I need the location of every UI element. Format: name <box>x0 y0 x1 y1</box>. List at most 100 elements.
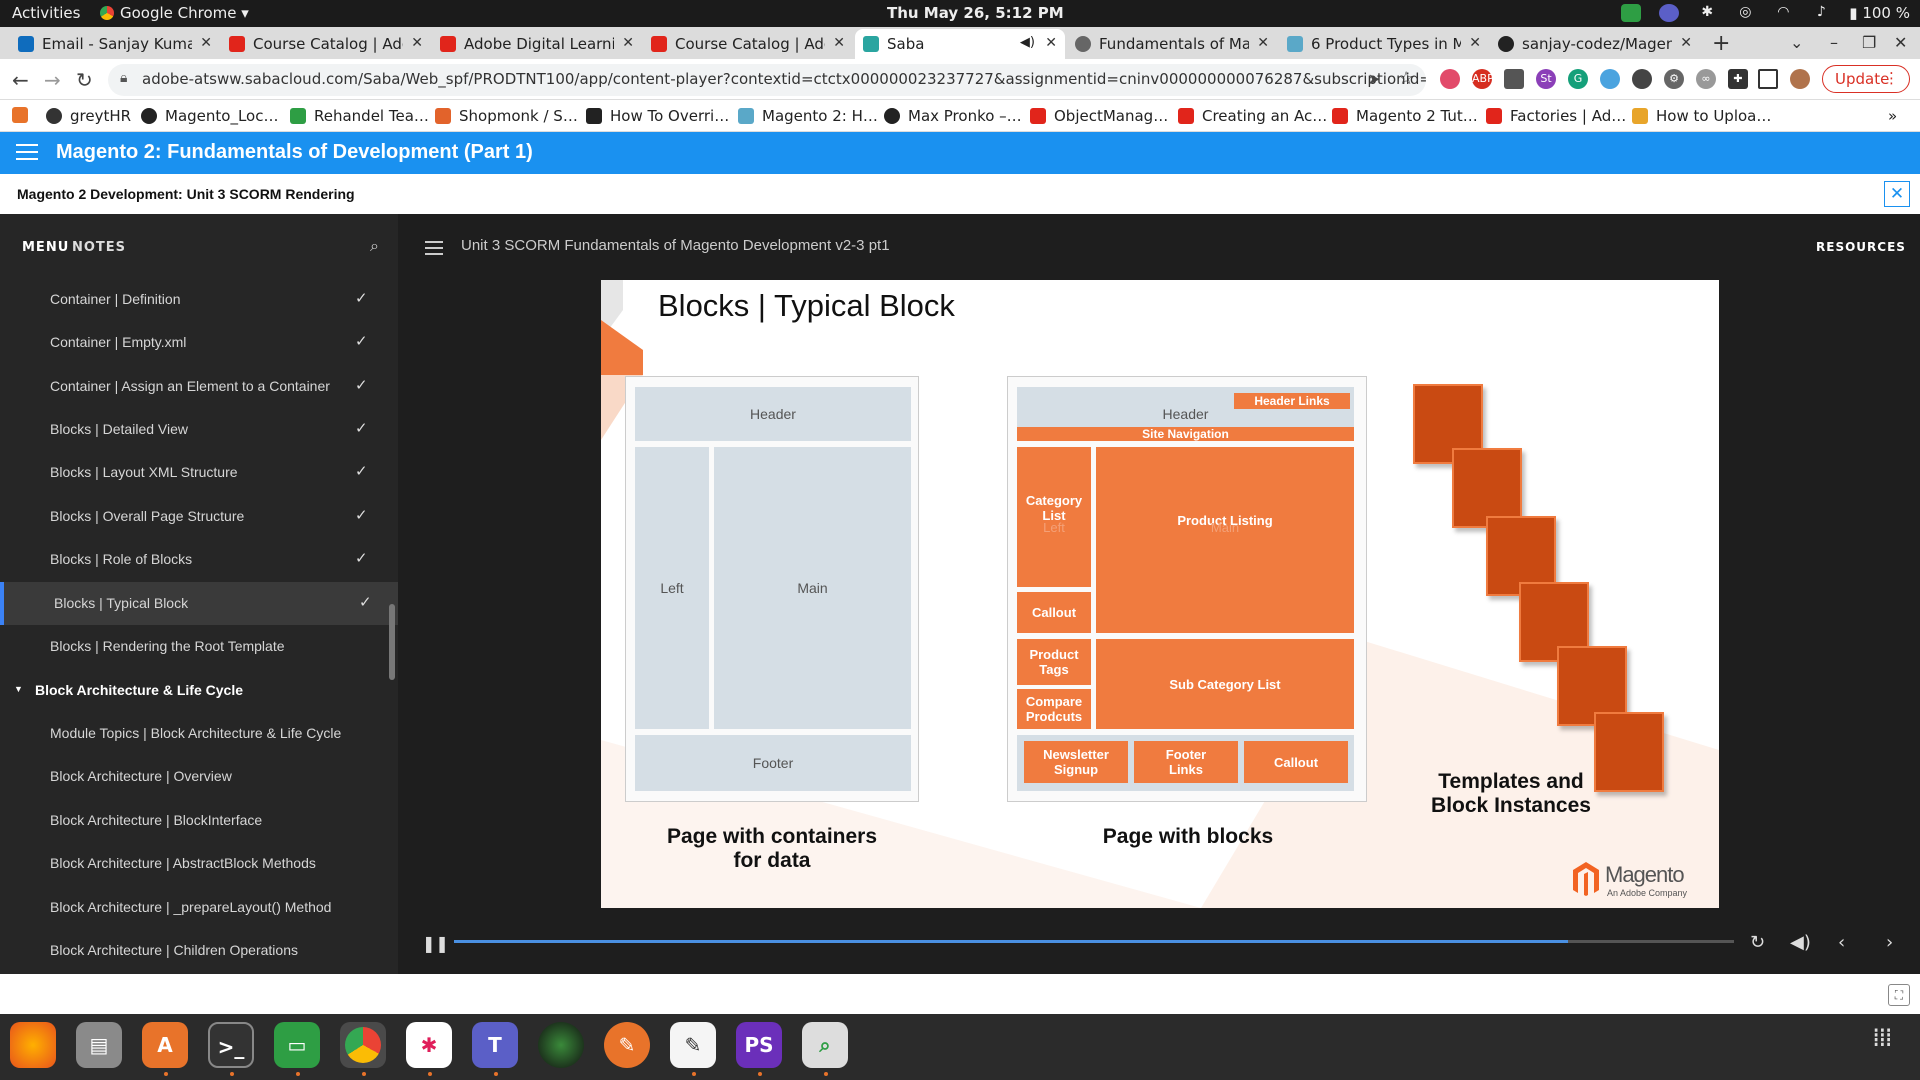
tab-course-catalog-2[interactable]: Course Catalog | Adob ✕ <box>643 29 853 59</box>
bookmark-shopmonk[interactable]: Shopmonk / S… <box>435 107 578 125</box>
sidebar-item[interactable]: Block Architecture | AbstractBlock Metho… <box>0 842 398 885</box>
close-player-button[interactable]: ✕ <box>1884 181 1910 207</box>
software-center-icon[interactable]: A <box>142 1022 188 1068</box>
slack-icon[interactable]: ✱ <box>406 1022 452 1068</box>
draw-icon[interactable]: ✎ <box>604 1022 650 1068</box>
bookmark-how-to-override[interactable]: How To Overri… <box>586 107 729 125</box>
avatar[interactable] <box>1790 69 1810 89</box>
tab-search-icon[interactable]: ⌄ <box>1790 33 1803 52</box>
player-menu-icon[interactable] <box>425 241 443 255</box>
close-window-icon[interactable]: ✕ <box>1894 33 1907 52</box>
bookmark-magento[interactable] <box>12 107 36 123</box>
sidebar-item[interactable]: Block Architecture | BlockInterface <box>0 799 398 842</box>
back-icon[interactable]: ← <box>12 68 29 92</box>
tab-github[interactable]: sanjay-codez/Magent ✕ <box>1490 29 1700 59</box>
sidepanel-icon[interactable] <box>1758 69 1778 89</box>
bookmark-star-icon[interactable]: ☆ <box>1398 68 1414 89</box>
tab-email[interactable]: Email - Sanjay Kumar I ✕ <box>10 29 220 59</box>
volume-icon[interactable]: ♪ <box>1811 4 1831 22</box>
bookmark-creating-an-ac[interactable]: Creating an Ac… <box>1178 107 1327 125</box>
url-bar[interactable]: 🔒︎ adobe-atsww.sabacloud.com/Saba/Web_spf… <box>108 64 1426 96</box>
search-icon[interactable]: ⌕ <box>370 236 379 256</box>
bookmark-objectmanager[interactable]: ObjectManag… <box>1030 107 1168 125</box>
adblock-icon[interactable]: ABP <box>1472 69 1494 89</box>
settings-extension-icon[interactable]: ⚙ <box>1664 69 1684 89</box>
link-extension-icon[interactable]: ∞ <box>1696 69 1716 89</box>
sidebar-item[interactable]: Container | Assign an Element to a Conta… <box>0 365 398 408</box>
audio-icon[interactable]: ◀) <box>1020 35 1035 50</box>
puzzle-icon[interactable]: ✚ <box>1728 69 1748 89</box>
sidebar-item[interactable]: Container | Definition ✓ <box>0 278 398 321</box>
sidebar-item[interactable]: Container | Empty.xml ✓ <box>0 321 398 364</box>
teams-icon[interactable]: T <box>472 1022 518 1068</box>
screenshot-icon[interactable]: ⌕ <box>802 1022 848 1068</box>
close-icon[interactable]: ✕ <box>411 35 423 51</box>
bookmark-magento-loc[interactable]: Magento_Loc… <box>141 107 278 125</box>
fullscreen-icon[interactable]: ⛶ <box>1888 984 1910 1006</box>
show-apps-icon[interactable]: ⁞⁞⁞ <box>1872 1025 1893 1051</box>
extension-icon[interactable] <box>1632 69 1652 89</box>
sidebar-item[interactable]: Block Architecture | Children Operations <box>0 929 398 972</box>
pause-button[interactable]: ❚❚ <box>422 934 449 953</box>
previous-slide-icon[interactable]: ‹ <box>1838 932 1845 953</box>
sidebar-item[interactable]: Blocks | Detailed View ✓ <box>0 408 398 451</box>
minimize-icon[interactable]: – <box>1830 33 1838 52</box>
bookmark-max-pronko[interactable]: Max Pronko –… <box>884 107 1022 125</box>
section-collapse-icon[interactable]: ▼ <box>14 684 23 694</box>
extension-icon[interactable] <box>1440 69 1460 89</box>
app-menu[interactable]: Google Chrome ▾ <box>100 4 249 22</box>
resources-button[interactable]: RESOURCES <box>1816 240 1906 254</box>
close-icon[interactable]: ✕ <box>1045 35 1057 51</box>
bookmark-greythr[interactable]: greytHR <box>46 107 131 125</box>
bookmark-magento2-tut[interactable]: Magento 2 Tut… <box>1332 107 1478 125</box>
hamburger-menu-icon[interactable] <box>16 144 38 160</box>
sidebar-item[interactable]: Module Topics | Block Architecture & Lif… <box>0 712 398 755</box>
chrome-icon[interactable] <box>340 1022 386 1068</box>
battery-indicator[interactable]: ▮ 100 % <box>1849 4 1910 22</box>
chat-icon[interactable]: ▭ <box>274 1022 320 1068</box>
slack-icon[interactable]: ✱ <box>1697 4 1717 22</box>
tab-course-catalog[interactable]: Course Catalog | Adob ✕ <box>221 29 431 59</box>
text-editor-icon[interactable]: ✎ <box>670 1022 716 1068</box>
replay-icon[interactable]: ↻ <box>1750 932 1765 953</box>
sidebar-item[interactable]: Blocks | Layout XML Structure ✓ <box>0 451 398 494</box>
phpstorm-icon[interactable]: PS <box>736 1022 782 1068</box>
bookmark-magento2-h[interactable]: Magento 2: H… <box>738 107 878 125</box>
system-tray[interactable]: ✱ ◎ ◠ ♪ ▮ 100 % <box>1621 4 1910 22</box>
tab-menu[interactable]: MENU <box>22 240 69 255</box>
send-icon[interactable]: ➤ <box>1368 70 1381 88</box>
camera-icon[interactable] <box>538 1022 584 1068</box>
files-icon[interactable]: ▤ <box>76 1022 122 1068</box>
tab-product-types[interactable]: 6 Product Types in Ma ✕ <box>1279 29 1489 59</box>
calendar-extension-icon[interactable] <box>1504 69 1524 89</box>
close-icon[interactable]: ✕ <box>200 35 212 51</box>
next-slide-icon[interactable]: › <box>1886 932 1893 953</box>
sidebar-item[interactable]: Block Architecture | Overview <box>0 755 398 798</box>
bookmarks-overflow-icon[interactable]: » <box>1888 107 1897 125</box>
maximize-icon[interactable]: ❐ <box>1862 33 1876 52</box>
tab-fundamentals[interactable]: Fundamentals of Mag ✕ <box>1067 29 1277 59</box>
bookmark-rehandel[interactable]: Rehandel Tea… <box>290 107 429 125</box>
sidebar-item[interactable]: Block Architecture | _prepareLayout() Me… <box>0 886 398 929</box>
close-icon[interactable]: ✕ <box>1680 35 1692 51</box>
close-icon[interactable]: ✕ <box>1257 35 1269 51</box>
sidebar-item[interactable]: Blocks | Role of Blocks ✓ <box>0 538 398 581</box>
clock[interactable]: Thu May 26, 5:12 PM <box>887 4 1064 22</box>
update-button[interactable]: Update ⋮ <box>1822 65 1910 93</box>
bookmark-how-to-upload[interactable]: How to Uploa… <box>1632 107 1771 125</box>
teams-icon[interactable] <box>1659 4 1680 22</box>
sidebar-section[interactable]: ▼ Block Architecture & Life Cycle <box>0 669 398 712</box>
activities-button[interactable]: Activities <box>12 4 80 22</box>
new-tab-button[interactable]: + <box>1712 31 1730 56</box>
close-icon[interactable]: ✕ <box>1469 35 1481 51</box>
tab-notes[interactable]: NOTES <box>72 240 126 255</box>
close-icon[interactable]: ✕ <box>622 35 634 51</box>
grammarly-icon[interactable]: G <box>1568 69 1588 89</box>
sidebar-item[interactable]: Blocks | Overall Page Structure ✓ <box>0 495 398 538</box>
terminal-icon[interactable]: >_ <box>208 1022 254 1068</box>
sidebar-item[interactable]: Blocks | Typical Block ✓ <box>0 582 398 625</box>
reload-icon[interactable]: ↻ <box>76 68 93 92</box>
tab-adobe-learning[interactable]: Adobe Digital Learnin ✕ <box>432 29 642 59</box>
st-extension-icon[interactable]: St <box>1536 69 1556 89</box>
vpn-icon[interactable]: ◎ <box>1735 4 1755 22</box>
